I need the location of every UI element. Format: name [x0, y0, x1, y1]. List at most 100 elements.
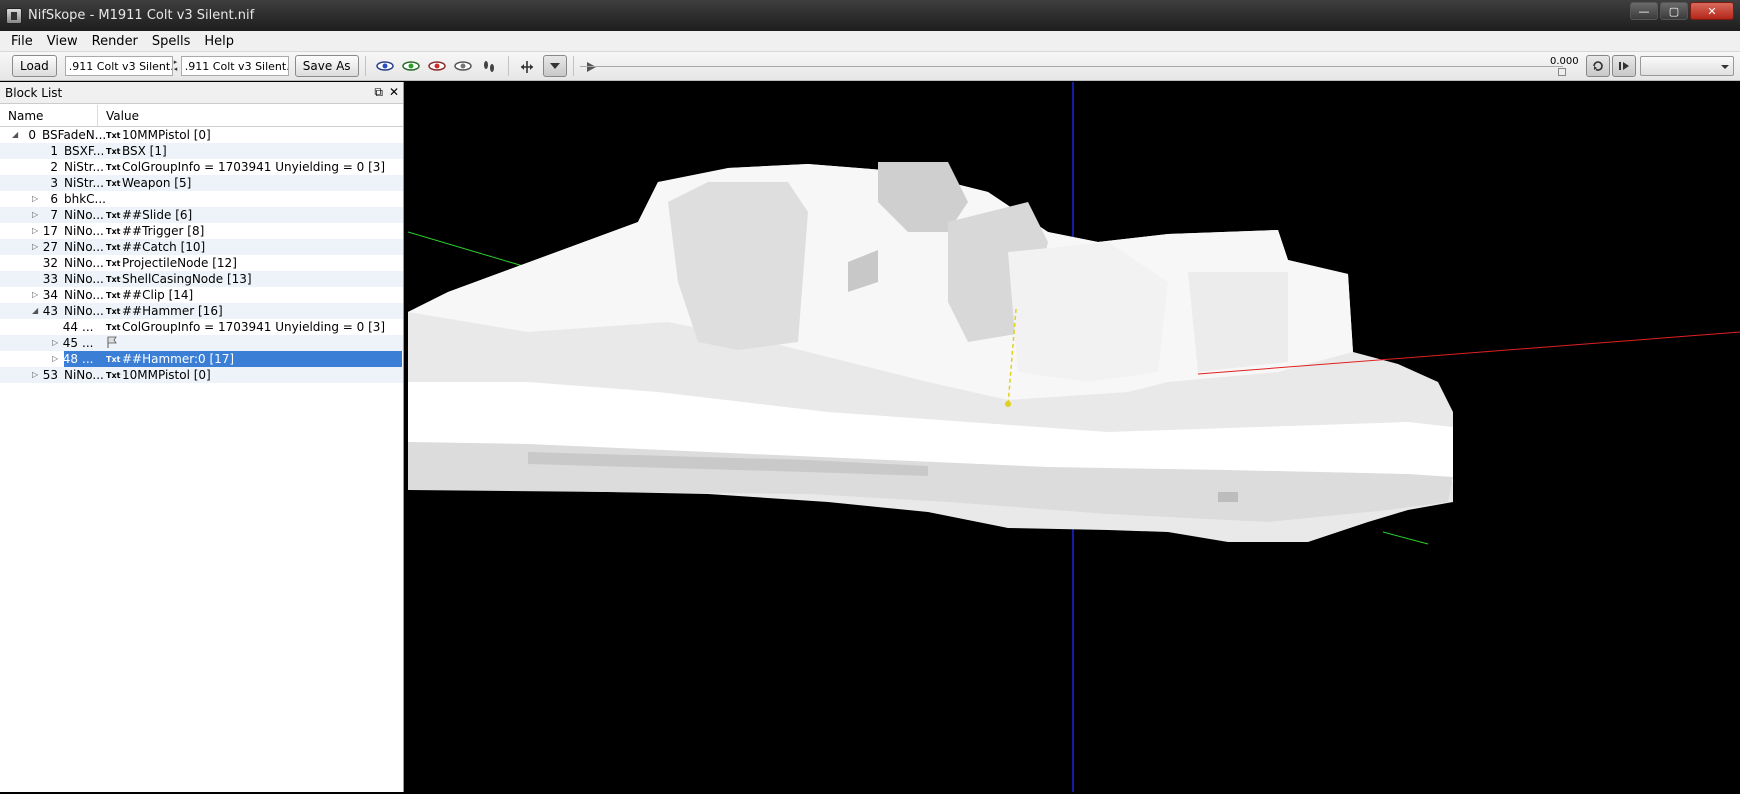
load-file-field[interactable]: .911 Colt v3 Silent.nif: [64, 56, 173, 76]
tree-row[interactable]: ▷ 48... Txt ##Hammer:0 [17]: [0, 351, 403, 367]
block-index: 33: [42, 272, 58, 286]
menu-help[interactable]: Help: [197, 32, 241, 51]
menu-file[interactable]: File: [4, 32, 40, 51]
menu-render[interactable]: Render: [85, 32, 145, 51]
tree-row[interactable]: 2 NiStr... Txt ColGroupInfo = 1703941 Unyie…: [0, 159, 403, 175]
footprints-icon[interactable]: [480, 60, 498, 72]
block-name: NiStr...: [64, 176, 104, 190]
green-axis-line-end: [1382, 531, 1429, 545]
block-value: Weapon [5]: [122, 176, 192, 190]
model-render: [408, 82, 1740, 792]
block-name: NiNo...: [64, 272, 104, 286]
text-type-icon: Txt: [106, 258, 121, 268]
block-index: 43: [42, 304, 58, 318]
block-value: 10MMPistol [0]: [122, 368, 211, 382]
save-as-button[interactable]: Save As: [294, 55, 359, 77]
save-file-field[interactable]: .911 Colt v3 Silent.nif: [180, 56, 289, 76]
block-value: BSX [1]: [122, 144, 167, 158]
load-button[interactable]: Load: [12, 55, 57, 77]
value-column-header[interactable]: Value: [98, 105, 139, 126]
column-headers: Name Value: [0, 105, 403, 127]
block-index: 6: [50, 192, 58, 206]
block-value: ##Hammer [16]: [122, 304, 223, 318]
block-name: NiNo...: [64, 304, 104, 318]
tree-row[interactable]: ▷ 7 NiNo... Txt ##Slide [6]: [0, 207, 403, 223]
tree-row[interactable]: 44... Txt ColGroupInfo = 1703941 Unyieldin…: [0, 319, 403, 335]
text-type-icon: Txt: [106, 354, 121, 364]
text-type-icon: Txt: [106, 290, 121, 300]
tree-row[interactable]: 3 NiStr... Txt Weapon [5]: [0, 175, 403, 191]
timeline-slider-handle[interactable]: [1558, 68, 1566, 76]
gray-eye-icon[interactable]: [453, 60, 472, 72]
block-value: ColGroupInfo = 1703941 Unyielding = 0 [3…: [122, 160, 386, 174]
title-bar: NifSkope - M1911 Colt v3 Silent.nif — ▢ …: [0, 0, 1740, 31]
block-value: ProjectileNode [12]: [122, 256, 237, 270]
time-value: 0.000: [1550, 56, 1579, 67]
animation-timeline[interactable]: [580, 66, 1563, 67]
block-name: NiNo...: [64, 288, 104, 302]
block-name: bhkC...: [64, 192, 106, 206]
block-name: BSXF...: [64, 144, 105, 158]
block-name: NiNo...: [64, 208, 104, 222]
float-panel-icon[interactable]: ⧉: [374, 85, 383, 100]
block-index: 2: [50, 160, 58, 174]
maximize-button[interactable]: ▢: [1660, 2, 1688, 20]
menu-bar: File View Render Spells Help: [0, 31, 1740, 52]
close-button[interactable]: ✕: [1690, 2, 1734, 20]
close-panel-icon[interactable]: ✕: [389, 85, 399, 100]
block-list-panel: Block List ⧉ ✕ Name Value ◢ 0 BSFadeN... Tx…: [0, 82, 404, 792]
block-list-title: Block List: [5, 85, 63, 100]
tree-row[interactable]: ▷ 17 NiNo... Txt ##Trigger [8]: [0, 223, 403, 239]
text-type-icon: Txt: [106, 130, 121, 140]
block-value: ShellCasingNode [13]: [122, 272, 252, 286]
block-name: NiNo...: [64, 256, 104, 270]
green-eye-icon[interactable]: [401, 60, 420, 72]
tree-row[interactable]: 32 NiNo... Txt ProjectileNode [12]: [0, 255, 403, 271]
move-tool-icon[interactable]: [519, 60, 535, 73]
swap-arrows-icon[interactable]: ▸ ◂: [174, 59, 180, 73]
block-index: 0: [28, 128, 36, 142]
window-controls: — ▢ ✕: [1630, 2, 1734, 20]
menu-view[interactable]: View: [40, 32, 85, 51]
blue-eye-icon[interactable]: [375, 60, 394, 72]
block-value: ##Slide [6]: [122, 208, 193, 222]
window-title: NifSkope - M1911 Colt v3 Silent.nif: [28, 8, 255, 23]
block-value: ##Hammer:0 [17]: [122, 352, 235, 366]
minimize-button[interactable]: —: [1630, 2, 1658, 20]
red-eye-icon[interactable]: [427, 60, 446, 72]
animation-select[interactable]: [1640, 56, 1734, 76]
block-index: 27: [42, 240, 58, 254]
tree-row[interactable]: 33 NiNo... Txt ShellCasingNode [13]: [0, 271, 403, 287]
tree-row[interactable]: ▷ 6 bhkC...: [0, 191, 403, 207]
block-index: 34: [42, 288, 58, 302]
tree-row[interactable]: ▷ 45...: [0, 335, 403, 351]
text-type-icon: Txt: [106, 178, 121, 188]
menu-spells[interactable]: Spells: [145, 32, 198, 51]
block-value: 10MMPistol [0]: [122, 128, 211, 142]
switch-animation-icon[interactable]: [1612, 55, 1636, 77]
tree-row[interactable]: ▷ 53 NiNo... Txt 10MMPistol [0]: [0, 367, 403, 383]
block-index: 1: [50, 144, 58, 158]
block-index: 3: [50, 176, 58, 190]
tree-row[interactable]: ▷ 27 NiNo... Txt ##Catch [10]: [0, 239, 403, 255]
text-type-icon: Txt: [106, 210, 121, 220]
name-column-header[interactable]: Name: [0, 105, 98, 126]
text-type-icon: Txt: [106, 242, 121, 252]
loop-icon[interactable]: [1586, 55, 1610, 77]
block-index: 7: [50, 208, 58, 222]
block-name: NiNo...: [64, 240, 104, 254]
tree-row[interactable]: ▷ 34 NiNo... Txt ##Clip [14]: [0, 287, 403, 303]
tree-row[interactable]: 1 BSXF... Txt BSX [1]: [0, 143, 403, 159]
block-index: 53: [42, 368, 58, 382]
tree-row[interactable]: ◢ 43 NiNo... Txt ##Hammer [16]: [0, 303, 403, 319]
block-index: 17: [42, 224, 58, 238]
pistol-model: [408, 162, 1453, 542]
block-value: ##Trigger [8]: [122, 224, 205, 238]
chevron-down-icon: [1721, 65, 1729, 69]
view-dropdown-button[interactable]: [542, 55, 567, 77]
block-name: ...: [82, 320, 94, 334]
3d-viewport[interactable]: [408, 82, 1740, 792]
tree-row[interactable]: ◢ 0 BSFadeN... Txt 10MMPistol [0]: [0, 127, 403, 143]
block-index: 48: [62, 352, 78, 366]
block-value: ##Catch [10]: [122, 240, 206, 254]
